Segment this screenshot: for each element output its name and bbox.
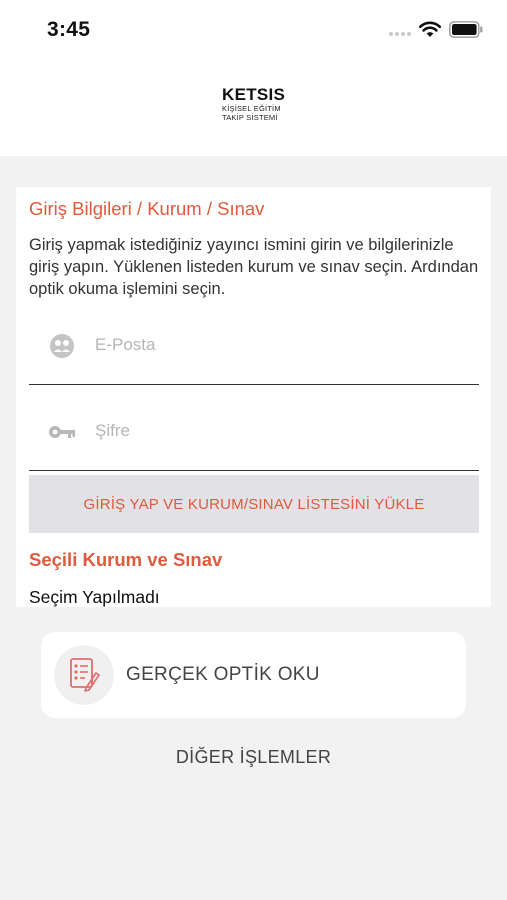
ketsis-logo: KETSIS KİŞİSEL EĞİTİM TAKİP SİSTEMİ [222, 85, 302, 123]
selection-section-title: Seçili Kurum ve Sınav [29, 549, 223, 570]
logo-subtitle-line2: TAKİP SİSTEMİ [222, 113, 278, 122]
email-input[interactable] [95, 335, 465, 355]
logo-subtitle-line1: KİŞİSEL EĞİTİM [222, 104, 281, 113]
optical-form-icon [70, 658, 100, 692]
signal-dots-icon [389, 32, 413, 36]
app-header: KETSIS KİŞİSEL EĞİTİM TAKİP SİSTEMİ [0, 60, 507, 156]
logo-title: KETSIS [222, 85, 286, 104]
login-load-list-button[interactable]: GİRİŞ YAP VE KURUM/SINAV LİSTESİNİ YÜKLE [29, 475, 479, 533]
login-section-title: Giriş Bilgileri / Kurum / Sınav [29, 198, 265, 219]
key-icon [47, 417, 77, 447]
selection-value: Seçim Yapılmadı [29, 587, 160, 607]
wifi-icon [418, 21, 442, 37]
battery-icon [449, 21, 483, 38]
user-circle-icon [47, 331, 77, 361]
optic-read-button[interactable]: GERÇEK OPTİK OKU [41, 632, 466, 718]
login-card: Giriş Bilgileri / Kurum / Sınav Giriş ya… [16, 187, 491, 607]
optic-read-label: GERÇEK OPTİK OKU [126, 664, 320, 685]
password-input[interactable] [95, 421, 465, 441]
login-description: Giriş yapmak istediğiniz yayıncı ismini … [29, 236, 479, 298]
optic-icon-circle [54, 645, 114, 705]
status-time: 3:45 [47, 18, 91, 41]
password-field[interactable] [29, 403, 479, 471]
other-actions-button[interactable]: DİĞER İŞLEMLER [0, 747, 507, 768]
status-bar: 3:45 [0, 0, 507, 60]
email-field[interactable] [29, 317, 479, 385]
